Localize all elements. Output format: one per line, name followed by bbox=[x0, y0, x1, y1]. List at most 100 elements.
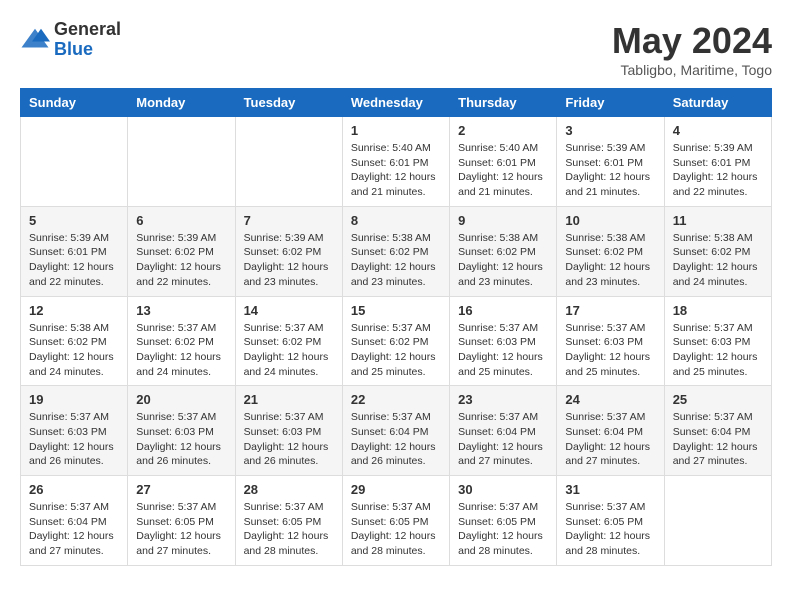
col-friday: Friday bbox=[557, 89, 664, 117]
calendar-week-row: 5 Sunrise: 5:39 AM Sunset: 6:01 PM Daylig… bbox=[21, 206, 772, 296]
day-number: 8 bbox=[351, 213, 441, 228]
calendar-cell: 23 Sunrise: 5:37 AM Sunset: 6:04 PM Dayli… bbox=[450, 386, 557, 476]
calendar-week-row: 1 Sunrise: 5:40 AM Sunset: 6:01 PM Daylig… bbox=[21, 117, 772, 207]
calendar-cell: 11Sunrise: 5:38 AM Sunset: 6:02 PM Dayli… bbox=[664, 206, 771, 296]
day-number: 31 bbox=[565, 482, 655, 497]
day-number: 10 bbox=[565, 213, 655, 228]
day-info: Sunrise: 5:37 AM Sunset: 6:02 PM Dayligh… bbox=[351, 321, 441, 380]
day-info: Sunrise: 5:39 AM Sunset: 6:01 PM Dayligh… bbox=[565, 141, 655, 200]
day-info: Sunrise: 5:37 AM Sunset: 6:02 PM Dayligh… bbox=[244, 321, 334, 380]
day-number: 23 bbox=[458, 392, 548, 407]
calendar-cell: 29 Sunrise: 5:37 AM Sunset: 6:05 PM Dayli… bbox=[342, 476, 449, 566]
day-info: Sunrise: 5:37 AM Sunset: 6:04 PM Dayligh… bbox=[29, 500, 119, 559]
calendar-cell: 26 Sunrise: 5:37 AM Sunset: 6:04 PM Dayli… bbox=[21, 476, 128, 566]
calendar-cell: 21Sunrise: 5:37 AM Sunset: 6:03 PM Dayli… bbox=[235, 386, 342, 476]
day-number: 15 bbox=[351, 303, 441, 318]
calendar-cell: 1 Sunrise: 5:40 AM Sunset: 6:01 PM Daylig… bbox=[342, 117, 449, 207]
day-number: 20 bbox=[136, 392, 226, 407]
calendar-cell: 15 Sunrise: 5:37 AM Sunset: 6:02 PM Dayli… bbox=[342, 296, 449, 386]
month-year-title: May 2024 bbox=[612, 20, 772, 62]
calendar-cell: 5 Sunrise: 5:39 AM Sunset: 6:01 PM Daylig… bbox=[21, 206, 128, 296]
day-number: 29 bbox=[351, 482, 441, 497]
calendar-cell bbox=[664, 476, 771, 566]
day-number: 14 bbox=[244, 303, 334, 318]
day-info: Sunrise: 5:37 AM Sunset: 6:04 PM Dayligh… bbox=[351, 410, 441, 469]
day-info: Sunrise: 5:37 AM Sunset: 6:03 PM Dayligh… bbox=[244, 410, 334, 469]
col-saturday: Saturday bbox=[664, 89, 771, 117]
calendar-week-row: 26 Sunrise: 5:37 AM Sunset: 6:04 PM Dayli… bbox=[21, 476, 772, 566]
day-info: Sunrise: 5:37 AM Sunset: 6:03 PM Dayligh… bbox=[29, 410, 119, 469]
calendar-cell: 14 Sunrise: 5:37 AM Sunset: 6:02 PM Dayli… bbox=[235, 296, 342, 386]
calendar-cell: 2Sunrise: 5:40 AM Sunset: 6:01 PM Daylig… bbox=[450, 117, 557, 207]
calendar-cell: 24 Sunrise: 5:37 AM Sunset: 6:04 PM Dayli… bbox=[557, 386, 664, 476]
calendar-cell: 17Sunrise: 5:37 AM Sunset: 6:03 PM Dayli… bbox=[557, 296, 664, 386]
col-tuesday: Tuesday bbox=[235, 89, 342, 117]
day-number: 28 bbox=[244, 482, 334, 497]
calendar-cell: 4 Sunrise: 5:39 AM Sunset: 6:01 PM Daylig… bbox=[664, 117, 771, 207]
logo-text: General Blue bbox=[54, 20, 121, 60]
day-info: Sunrise: 5:40 AM Sunset: 6:01 PM Dayligh… bbox=[351, 141, 441, 200]
col-monday: Monday bbox=[128, 89, 235, 117]
calendar-cell bbox=[21, 117, 128, 207]
day-info: Sunrise: 5:37 AM Sunset: 6:03 PM Dayligh… bbox=[136, 410, 226, 469]
day-info: Sunrise: 5:37 AM Sunset: 6:05 PM Dayligh… bbox=[136, 500, 226, 559]
calendar-cell: 7Sunrise: 5:39 AM Sunset: 6:02 PM Daylig… bbox=[235, 206, 342, 296]
day-info: Sunrise: 5:37 AM Sunset: 6:05 PM Dayligh… bbox=[244, 500, 334, 559]
day-info: Sunrise: 5:37 AM Sunset: 6:04 PM Dayligh… bbox=[458, 410, 548, 469]
calendar-cell: 22Sunrise: 5:37 AM Sunset: 6:04 PM Dayli… bbox=[342, 386, 449, 476]
calendar-cell: 30 Sunrise: 5:37 AM Sunset: 6:05 PM Dayli… bbox=[450, 476, 557, 566]
day-number: 30 bbox=[458, 482, 548, 497]
calendar-cell: 16 Sunrise: 5:37 AM Sunset: 6:03 PM Dayli… bbox=[450, 296, 557, 386]
col-sunday: Sunday bbox=[21, 89, 128, 117]
day-info: Sunrise: 5:38 AM Sunset: 6:02 PM Dayligh… bbox=[351, 231, 441, 290]
day-number: 12 bbox=[29, 303, 119, 318]
calendar-cell: 9 Sunrise: 5:38 AM Sunset: 6:02 PM Daylig… bbox=[450, 206, 557, 296]
calendar-cell: 18 Sunrise: 5:37 AM Sunset: 6:03 PM Dayli… bbox=[664, 296, 771, 386]
day-number: 5 bbox=[29, 213, 119, 228]
day-info: Sunrise: 5:37 AM Sunset: 6:03 PM Dayligh… bbox=[673, 321, 763, 380]
day-number: 16 bbox=[458, 303, 548, 318]
day-info: Sunrise: 5:37 AM Sunset: 6:04 PM Dayligh… bbox=[673, 410, 763, 469]
calendar-cell: 3Sunrise: 5:39 AM Sunset: 6:01 PM Daylig… bbox=[557, 117, 664, 207]
calendar-cell bbox=[235, 117, 342, 207]
day-info: Sunrise: 5:37 AM Sunset: 6:03 PM Dayligh… bbox=[458, 321, 548, 380]
day-info: Sunrise: 5:38 AM Sunset: 6:02 PM Dayligh… bbox=[458, 231, 548, 290]
day-info: Sunrise: 5:38 AM Sunset: 6:02 PM Dayligh… bbox=[29, 321, 119, 380]
day-number: 1 bbox=[351, 123, 441, 138]
day-info: Sunrise: 5:37 AM Sunset: 6:05 PM Dayligh… bbox=[351, 500, 441, 559]
calendar-cell: 20 Sunrise: 5:37 AM Sunset: 6:03 PM Dayli… bbox=[128, 386, 235, 476]
title-section: May 2024 Tabligbo, Maritime, Togo bbox=[612, 20, 772, 78]
calendar-cell: 27Sunrise: 5:37 AM Sunset: 6:05 PM Dayli… bbox=[128, 476, 235, 566]
day-number: 24 bbox=[565, 392, 655, 407]
day-number: 6 bbox=[136, 213, 226, 228]
day-number: 25 bbox=[673, 392, 763, 407]
day-info: Sunrise: 5:37 AM Sunset: 6:02 PM Dayligh… bbox=[136, 321, 226, 380]
col-wednesday: Wednesday bbox=[342, 89, 449, 117]
day-info: Sunrise: 5:37 AM Sunset: 6:05 PM Dayligh… bbox=[565, 500, 655, 559]
day-info: Sunrise: 5:39 AM Sunset: 6:01 PM Dayligh… bbox=[673, 141, 763, 200]
calendar-header-row: Sunday Monday Tuesday Wednesday Thursday… bbox=[21, 89, 772, 117]
logo-general: General bbox=[54, 20, 121, 40]
day-info: Sunrise: 5:39 AM Sunset: 6:01 PM Dayligh… bbox=[29, 231, 119, 290]
day-info: Sunrise: 5:37 AM Sunset: 6:04 PM Dayligh… bbox=[565, 410, 655, 469]
location-subtitle: Tabligbo, Maritime, Togo bbox=[612, 62, 772, 78]
day-number: 18 bbox=[673, 303, 763, 318]
calendar-cell: 28 Sunrise: 5:37 AM Sunset: 6:05 PM Dayli… bbox=[235, 476, 342, 566]
calendar-cell: 19 Sunrise: 5:37 AM Sunset: 6:03 PM Dayli… bbox=[21, 386, 128, 476]
day-number: 7 bbox=[244, 213, 334, 228]
day-number: 9 bbox=[458, 213, 548, 228]
calendar-cell: 25 Sunrise: 5:37 AM Sunset: 6:04 PM Dayli… bbox=[664, 386, 771, 476]
calendar-cell: 12 Sunrise: 5:38 AM Sunset: 6:02 PM Dayli… bbox=[21, 296, 128, 386]
day-number: 4 bbox=[673, 123, 763, 138]
calendar-cell bbox=[128, 117, 235, 207]
calendar-week-row: 19 Sunrise: 5:37 AM Sunset: 6:03 PM Dayli… bbox=[21, 386, 772, 476]
calendar-cell: 8 Sunrise: 5:38 AM Sunset: 6:02 PM Daylig… bbox=[342, 206, 449, 296]
logo-blue: Blue bbox=[54, 40, 121, 60]
day-number: 26 bbox=[29, 482, 119, 497]
day-info: Sunrise: 5:38 AM Sunset: 6:02 PM Dayligh… bbox=[673, 231, 763, 290]
page-header: General Blue May 2024 Tabligbo, Maritime… bbox=[20, 20, 772, 78]
calendar-cell: 10Sunrise: 5:38 AM Sunset: 6:02 PM Dayli… bbox=[557, 206, 664, 296]
day-number: 19 bbox=[29, 392, 119, 407]
col-thursday: Thursday bbox=[450, 89, 557, 117]
day-info: Sunrise: 5:37 AM Sunset: 6:05 PM Dayligh… bbox=[458, 500, 548, 559]
